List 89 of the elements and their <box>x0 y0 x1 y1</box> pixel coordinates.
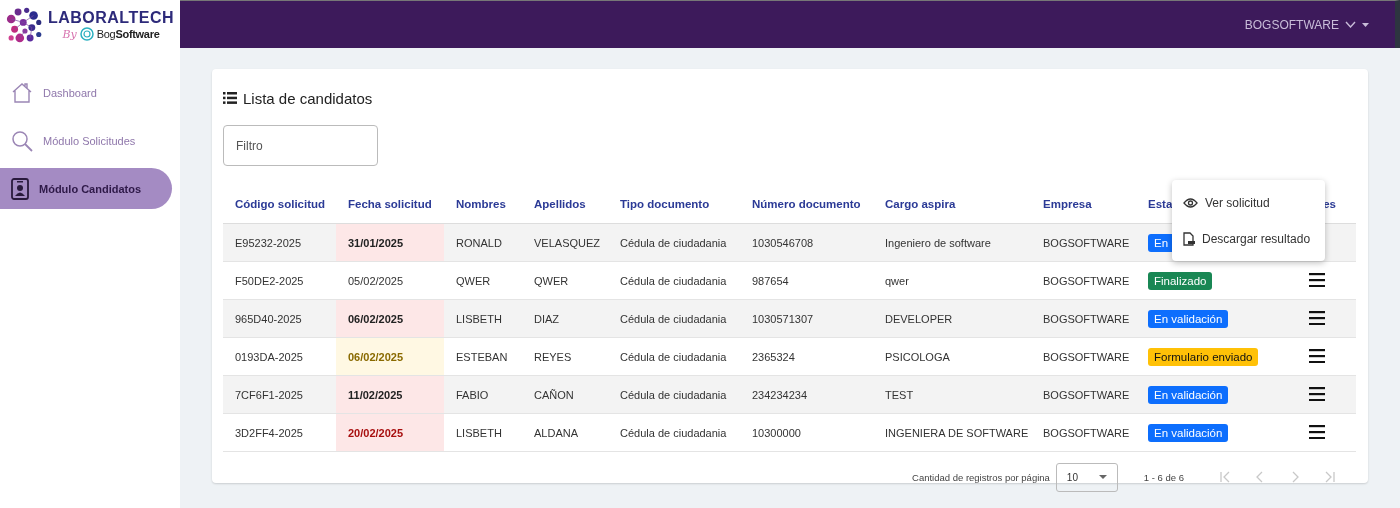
pdf-file-icon <box>1183 231 1195 246</box>
table-cell: VELASQUEZ <box>522 223 608 262</box>
home-icon <box>11 82 33 103</box>
caret-down-icon <box>1362 22 1369 27</box>
page-range: 1 - 6 de 6 <box>1143 471 1184 483</box>
status-badge: En validación <box>1148 385 1229 404</box>
table-cell: 7CF6F1-2025 <box>223 375 336 414</box>
table-cell: 1030571307 <box>740 299 873 338</box>
status-badge: Finalizado <box>1148 271 1213 290</box>
sidebar-item[interactable]: Módulo Solicitudes <box>0 120 172 161</box>
status-badge: En validación <box>1148 309 1229 328</box>
table-cell: BOGSOFTWARE <box>1031 337 1136 376</box>
date-text: 20/02/2025 <box>348 426 404 439</box>
column-header: Apellidos <box>534 197 586 210</box>
column-header: Tipo documento <box>620 197 710 210</box>
page-size-label: Cantidad de registros por página <box>912 471 1050 483</box>
id-badge-icon <box>11 177 29 200</box>
table-cell: Cédula de ciudadania <box>608 413 740 452</box>
eye-icon <box>1183 197 1198 208</box>
table-cell: TEST <box>873 375 1031 414</box>
table-cell: QWER <box>522 261 608 300</box>
menu-icon[interactable] <box>1308 386 1325 401</box>
menu-icon[interactable] <box>1308 272 1325 287</box>
table-cell: BOGSOFTWARE <box>1031 299 1136 338</box>
search-icon <box>11 129 33 152</box>
swirl-icon <box>79 27 94 41</box>
menu-icon[interactable] <box>1308 310 1325 325</box>
filter-field[interactable]: Filtro <box>223 125 378 166</box>
menu-item[interactable]: Descargar resultado <box>1183 228 1325 249</box>
table-cell: DIAZ <box>522 299 608 338</box>
table-cell: BOGSOFTWARE <box>1031 261 1136 300</box>
table-cell: 234234234 <box>740 375 873 414</box>
date-text: 06/02/2025 <box>348 312 404 325</box>
account-menu-button[interactable]: BOGSOFTWARE <box>1244 17 1369 32</box>
table-cell: PSICOLOGA <box>873 337 1031 376</box>
table-cell: REYES <box>522 337 608 376</box>
table-cell: BOGSOFTWARE <box>1031 413 1136 452</box>
table-cell: Cédula de ciudadania <box>608 223 740 262</box>
table-cell: qwer <box>873 261 1031 300</box>
page-size-select[interactable]: 10 <box>1055 462 1118 492</box>
partner-name: BogSoftware <box>96 28 160 40</box>
sidebar-item[interactable]: Módulo Candidatos <box>0 168 172 209</box>
column-header: Código solicitud <box>235 197 326 210</box>
table-cell: 2365324 <box>740 337 873 376</box>
table-cell: ESTEBAN <box>444 337 522 376</box>
table-cell: 1030546708 <box>740 223 873 262</box>
table-cell: 10300000 <box>740 413 873 452</box>
menu-icon[interactable] <box>1308 424 1325 439</box>
date-text: 06/02/2025 <box>348 350 404 363</box>
status-badge: Formulario enviado <box>1148 347 1259 366</box>
date-text: 11/02/2025 <box>348 388 403 401</box>
table-cell: LISBETH <box>444 299 522 338</box>
table-cell: Cédula de ciudadania <box>608 337 740 376</box>
date-text: 05/02/2025 <box>348 274 404 287</box>
table-cell: Cédula de ciudadania <box>608 375 740 414</box>
table-cell: E95232-2025 <box>223 223 336 262</box>
menu-icon[interactable] <box>1308 348 1325 363</box>
table-cell: Cédula de ciudadania <box>608 261 740 300</box>
column-header: Esta <box>1148 197 1173 210</box>
table-cell: BOGSOFTWARE <box>1031 223 1136 262</box>
table-cell: BOGSOFTWARE <box>1031 375 1136 414</box>
status-badge: En validación <box>1148 423 1229 442</box>
table-cell: LISBETH <box>444 413 522 452</box>
sidebar-item[interactable]: Dashboard <box>0 72 172 113</box>
chevron-down-icon <box>1345 21 1356 28</box>
table-cell: DEVELOPER <box>873 299 1031 338</box>
table-cell: ALDANA <box>522 413 608 452</box>
table-cell: QWER <box>444 261 522 300</box>
card-title: Lista de candidatos <box>243 89 373 107</box>
table-cell: FABIO <box>444 375 522 414</box>
table-cell: Cédula de ciudadania <box>608 299 740 338</box>
list-icon <box>223 92 237 104</box>
brand-name: LABORALTECH <box>47 9 174 27</box>
menu-item[interactable]: Ver solicitud <box>1183 192 1325 213</box>
table-cell: F50DE2-2025 <box>223 261 336 300</box>
table-cell: 987654 <box>740 261 873 300</box>
table-cell: Ingeniero de software <box>873 223 1031 262</box>
table-cell: INGENIERA DE SOFTWARE <box>873 413 1031 452</box>
caret-down-icon <box>1098 475 1107 479</box>
column-header: Cargo aspira <box>885 197 956 210</box>
column-header: Empresa <box>1043 197 1092 210</box>
column-header: Nombres <box>456 197 506 210</box>
by-text: By <box>62 27 77 41</box>
column-header: Número documento <box>752 197 861 210</box>
table-cell: RONALD <box>444 223 522 262</box>
column-header: Fecha solicitud <box>348 197 432 210</box>
table-cell: 965D40-2025 <box>223 299 336 338</box>
table-cell: CAÑON <box>522 375 608 414</box>
date-text: 31/01/2025 <box>348 236 404 249</box>
